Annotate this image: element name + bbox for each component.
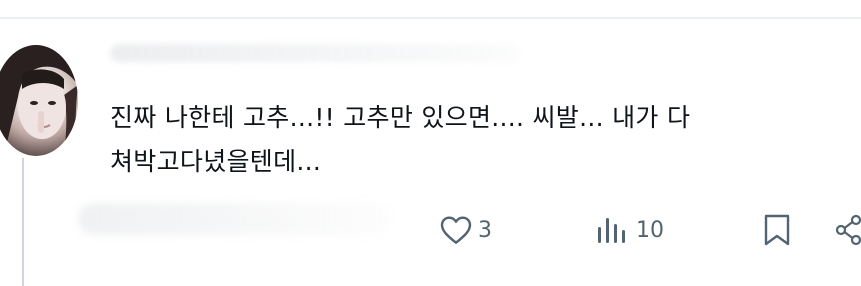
bar-chart-icon (598, 218, 625, 243)
bookmark-icon (764, 214, 790, 246)
share-button[interactable] (834, 212, 861, 248)
bookmark-button[interactable] (762, 212, 792, 248)
avatar-image (0, 45, 78, 156)
tweet-text-line-1: 진짜 나한테 고추...!! 고추만 있으면.... 씨발... 내가 다 (110, 103, 691, 132)
share-icon (835, 214, 861, 246)
like-count: 3 (478, 217, 492, 243)
views-button[interactable]: 10 (596, 212, 664, 248)
thread-line (22, 158, 24, 286)
views-count: 10 (636, 217, 664, 243)
tweet-text: 진짜 나한테 고추...!! 고추만 있으면.... 씨발... 내가 다 쳐박… (110, 96, 810, 184)
redacted-reply-retweet-area (78, 203, 393, 235)
top-divider (0, 17, 861, 19)
heart-icon (440, 216, 472, 244)
like-button[interactable]: 3 (440, 212, 492, 248)
redacted-username (110, 44, 520, 62)
avatar[interactable] (0, 45, 78, 156)
tweet-text-line-2: 쳐박고다녔을텐데... (110, 147, 322, 176)
